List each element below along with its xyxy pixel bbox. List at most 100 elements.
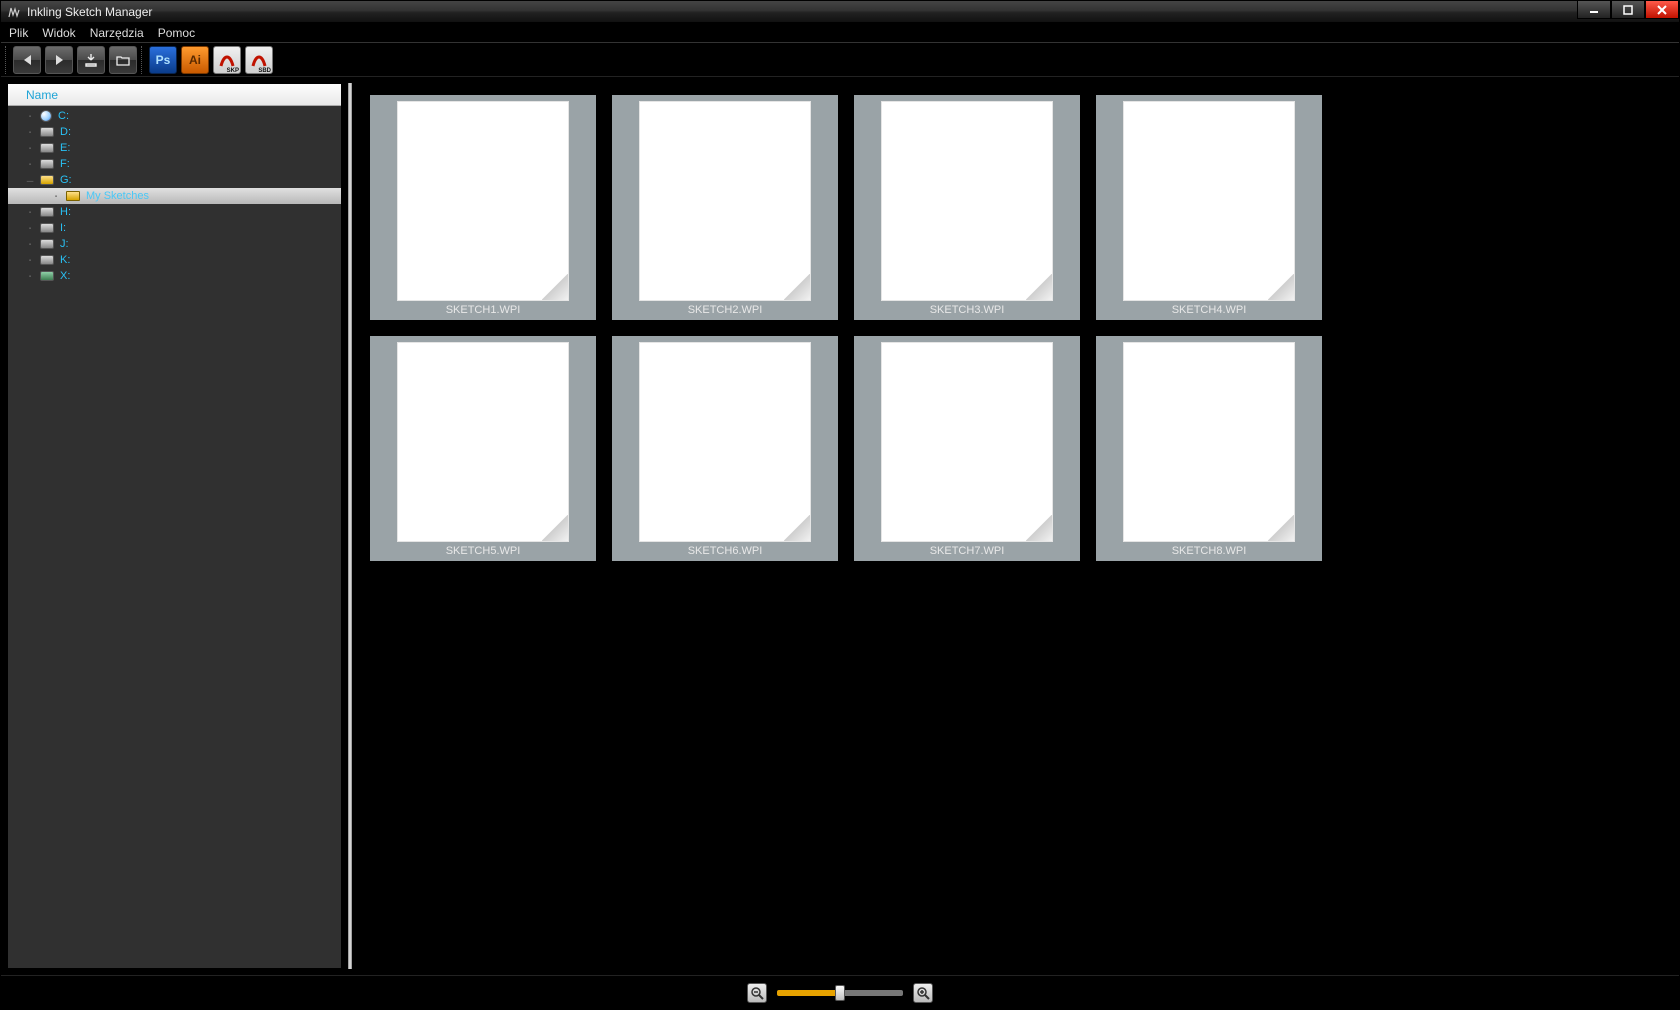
- sketch-page-preview: [397, 101, 569, 301]
- drive-icon: [40, 239, 54, 249]
- sketch-page-preview: [1123, 342, 1295, 542]
- sketch-page-preview: [639, 342, 811, 542]
- menu-plik[interactable]: Plik: [9, 26, 28, 40]
- drive-label: K:: [60, 254, 70, 266]
- drive-label: X:: [60, 270, 70, 282]
- photoshop-icon: Ps: [156, 53, 171, 67]
- thumbnail[interactable]: SKETCH8.WPI: [1096, 336, 1322, 561]
- content-area: Name ·C:·D:·E:·F:–G:·My Sketches·H:·I:·J…: [1, 77, 1679, 975]
- drive-label: C:: [58, 110, 69, 122]
- app-window: Inkling Sketch Manager Plik Widok Narzęd…: [0, 0, 1680, 1010]
- drive-icon: [40, 127, 54, 137]
- page-corner-icon: [542, 515, 568, 541]
- drive-j[interactable]: ·J:: [8, 236, 341, 252]
- export-photoshop-button[interactable]: Ps: [149, 46, 177, 74]
- sidebar-column-header[interactable]: Name: [8, 84, 341, 106]
- thumbnail[interactable]: SKETCH1.WPI: [370, 95, 596, 320]
- thumbnail[interactable]: SKETCH3.WPI: [854, 95, 1080, 320]
- close-button[interactable]: [1645, 1, 1679, 19]
- thumbnail[interactable]: SKETCH6.WPI: [612, 336, 838, 561]
- sketch-page-preview: [1123, 101, 1295, 301]
- drive-e[interactable]: ·E:: [8, 140, 341, 156]
- download-icon: [83, 52, 99, 68]
- chevron-right-icon: [56, 55, 63, 65]
- folder-open-icon: [115, 52, 131, 68]
- drive-icon: [40, 175, 54, 185]
- drive-icon: [40, 207, 54, 217]
- zoom-slider-handle[interactable]: [835, 985, 845, 1001]
- drive-label: I:: [60, 222, 66, 234]
- drive-g[interactable]: –G:: [8, 172, 341, 188]
- export-skp-button[interactable]: SKP: [213, 46, 241, 74]
- page-corner-icon: [542, 274, 568, 300]
- import-button[interactable]: [77, 46, 105, 74]
- splitter[interactable]: [348, 83, 352, 969]
- page-corner-icon: [1026, 274, 1052, 300]
- zoom-in-icon: [916, 986, 930, 1000]
- thumbnail-label: SKETCH5.WPI: [446, 545, 521, 557]
- drive-label: D:: [60, 126, 71, 138]
- sketch-page-preview: [881, 101, 1053, 301]
- titlebar: Inkling Sketch Manager: [1, 1, 1679, 23]
- zoom-out-icon: [750, 986, 764, 1000]
- thumbnail-label: SKETCH2.WPI: [688, 304, 763, 316]
- drive-label: E:: [60, 142, 70, 154]
- drive-x[interactable]: ·X:: [8, 268, 341, 284]
- drive-label: F:: [60, 158, 70, 170]
- open-folder-button[interactable]: [109, 46, 137, 74]
- drive-label: H:: [60, 206, 71, 218]
- app-title: Inkling Sketch Manager: [27, 5, 152, 19]
- drive-tree: ·C:·D:·E:·F:–G:·My Sketches·H:·I:·J:·K:·…: [8, 106, 341, 286]
- export-illustrator-button[interactable]: Ai: [181, 46, 209, 74]
- page-corner-icon: [1026, 515, 1052, 541]
- drive-icon: [40, 271, 54, 281]
- sketchbook-designer-icon: [249, 50, 269, 70]
- thumbnail-panel: SKETCH1.WPI SKETCH2.WPI SKETCH3.WPI SKETCH4…: [358, 83, 1673, 969]
- chevron-left-icon: [24, 55, 31, 65]
- drive-f[interactable]: ·F:: [8, 156, 341, 172]
- thumbnail-label: SKETCH6.WPI: [688, 545, 763, 557]
- drive-h[interactable]: ·H:: [8, 204, 341, 220]
- sketch-page-preview: [639, 101, 811, 301]
- back-button[interactable]: [13, 46, 41, 74]
- zoom-out-button[interactable]: [747, 983, 767, 1003]
- app-icon: [7, 5, 21, 19]
- sketch-page-preview: [881, 342, 1053, 542]
- thumbnail-label: SKETCH4.WPI: [1172, 304, 1247, 316]
- drive-c[interactable]: ·C:: [8, 108, 341, 124]
- drive-k[interactable]: ·K:: [8, 252, 341, 268]
- zoom-slider[interactable]: [777, 990, 903, 996]
- menu-pomoc[interactable]: Pomoc: [158, 26, 195, 40]
- thumbnail-grid: SKETCH1.WPI SKETCH2.WPI SKETCH3.WPI SKETCH4…: [370, 95, 1661, 561]
- page-corner-icon: [784, 515, 810, 541]
- illustrator-icon: Ai: [189, 53, 201, 67]
- menu-widok[interactable]: Widok: [42, 26, 75, 40]
- sketchbook-pro-icon: [217, 50, 237, 70]
- thumbnail[interactable]: SKETCH2.WPI: [612, 95, 838, 320]
- forward-button[interactable]: [45, 46, 73, 74]
- thumbnail-label: SKETCH8.WPI: [1172, 545, 1247, 557]
- thumbnail[interactable]: SKETCH4.WPI: [1096, 95, 1322, 320]
- thumbnail[interactable]: SKETCH5.WPI: [370, 336, 596, 561]
- folder-my-sketches[interactable]: ·My Sketches: [8, 188, 341, 204]
- drive-d[interactable]: ·D:: [8, 124, 341, 140]
- drive-i[interactable]: ·I:: [8, 220, 341, 236]
- thumbnail[interactable]: SKETCH7.WPI: [854, 336, 1080, 561]
- menu-narzedzia[interactable]: Narzędzia: [90, 26, 144, 40]
- menubar: Plik Widok Narzędzia Pomoc: [1, 23, 1679, 43]
- drive-icon: [40, 110, 52, 122]
- zoom-in-button[interactable]: [913, 983, 933, 1003]
- drive-icon: [40, 159, 54, 169]
- export-sbd-button[interactable]: SBD: [245, 46, 273, 74]
- drive-label: J:: [60, 238, 69, 250]
- page-corner-icon: [1268, 274, 1294, 300]
- minimize-button[interactable]: [1577, 1, 1611, 19]
- thumbnail-label: SKETCH1.WPI: [446, 304, 521, 316]
- drive-icon: [40, 143, 54, 153]
- maximize-button[interactable]: [1611, 1, 1645, 19]
- sketch-page-preview: [397, 342, 569, 542]
- folder-icon: [66, 191, 80, 201]
- drive-label: G:: [60, 174, 72, 186]
- sidebar: Name ·C:·D:·E:·F:–G:·My Sketches·H:·I:·J…: [7, 83, 342, 969]
- drive-icon: [40, 255, 54, 265]
